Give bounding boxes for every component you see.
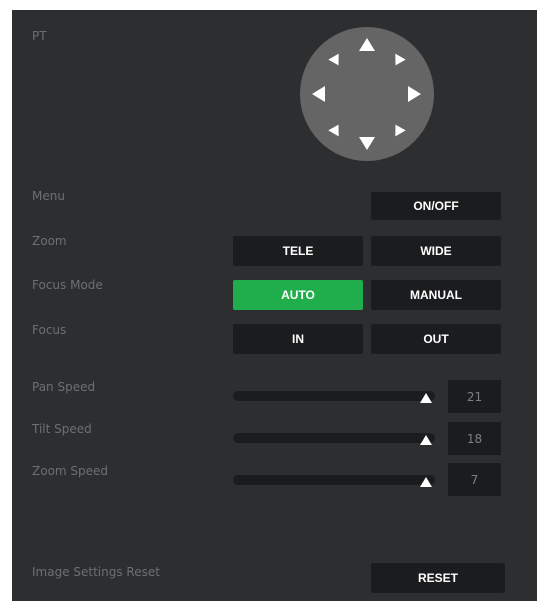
- tilt-speed-label: Tilt Speed: [32, 422, 92, 436]
- zoom-label: Zoom: [32, 234, 67, 248]
- pt-joystick[interactable]: [300, 27, 434, 161]
- focus-in-button[interactable]: IN: [233, 324, 363, 354]
- tilt-speed-slider-thumb-icon[interactable]: [420, 435, 432, 445]
- zoom-speed-value: 7: [448, 463, 501, 496]
- arrow-down-left-icon[interactable]: [328, 121, 344, 137]
- pan-speed-slider-thumb-icon[interactable]: [420, 393, 432, 403]
- pan-speed-label: Pan Speed: [32, 380, 96, 394]
- arrow-up-right-icon[interactable]: [390, 53, 406, 69]
- arrow-up-icon[interactable]: [359, 38, 375, 51]
- arrow-down-right-icon[interactable]: [390, 121, 406, 137]
- zoom-wide-button[interactable]: WIDE: [371, 236, 501, 266]
- arrow-right-icon[interactable]: [408, 86, 421, 102]
- arrow-down-icon[interactable]: [359, 137, 375, 150]
- arrow-up-left-icon[interactable]: [328, 53, 344, 69]
- focus-manual-button[interactable]: MANUAL: [371, 280, 501, 310]
- focus-mode-label: Focus Mode: [32, 278, 103, 292]
- zoom-speed-slider-thumb-icon[interactable]: [420, 477, 432, 487]
- zoom-tele-button[interactable]: TELE: [233, 236, 363, 266]
- focus-out-button[interactable]: OUT: [371, 324, 501, 354]
- reset-button[interactable]: RESET: [371, 563, 505, 593]
- zoom-speed-slider[interactable]: [233, 475, 435, 487]
- image-settings-reset-label: Image Settings Reset: [32, 565, 160, 579]
- zoom-speed-label: Zoom Speed: [32, 464, 109, 478]
- pt-label: PT: [32, 29, 47, 43]
- pan-speed-slider[interactable]: [233, 391, 435, 403]
- menu-label: Menu: [32, 189, 65, 203]
- tilt-speed-slider[interactable]: [233, 433, 435, 445]
- pan-speed-value: 21: [448, 380, 501, 413]
- arrow-left-icon[interactable]: [312, 86, 325, 102]
- focus-auto-button[interactable]: AUTO: [233, 280, 363, 310]
- camera-control-panel: PT Menu ON/OFF Zoom TELE WIDE Focus Mode…: [12, 10, 537, 601]
- menu-onoff-button[interactable]: ON/OFF: [371, 192, 501, 220]
- focus-label: Focus: [32, 323, 67, 337]
- tilt-speed-value: 18: [448, 422, 501, 455]
